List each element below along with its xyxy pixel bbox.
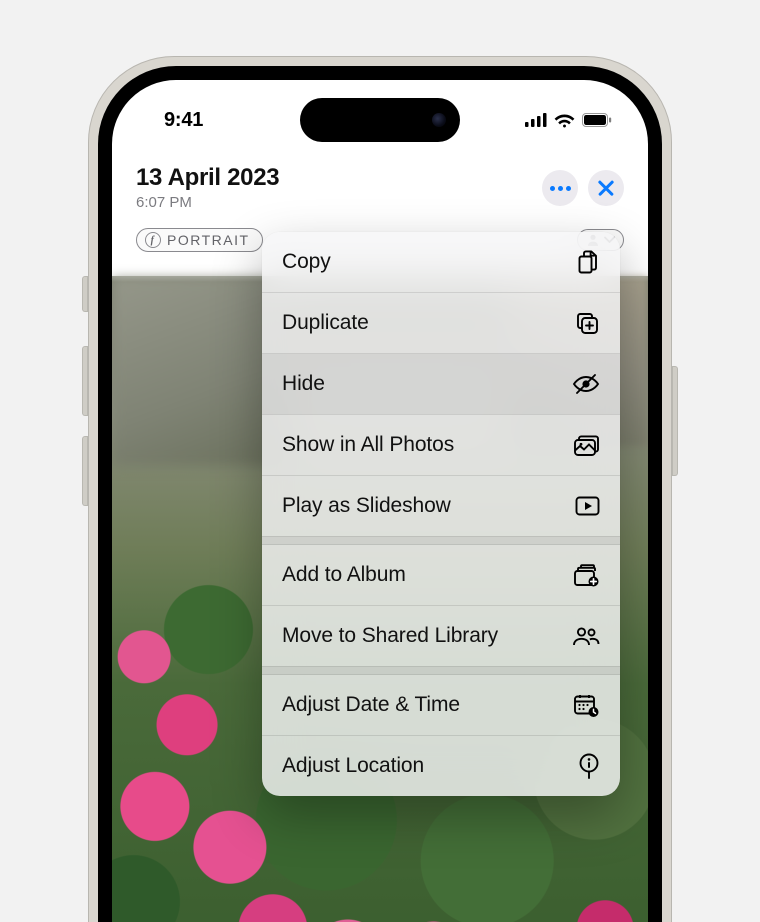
menu-item-adjust-date-time[interactable]: Adjust Date & Time xyxy=(262,675,620,735)
menu-item-add-to-album[interactable]: Add to Album xyxy=(262,545,620,605)
menu-item-move-shared-library[interactable]: Move to Shared Library xyxy=(262,606,620,666)
wifi-icon xyxy=(554,113,575,128)
volume-down-button xyxy=(82,436,88,506)
people-icon xyxy=(572,626,600,646)
menu-item-slideshow[interactable]: Play as Slideshow xyxy=(262,476,620,536)
menu-item-label: Duplicate xyxy=(282,311,369,335)
calendar-clock-icon xyxy=(572,693,600,718)
menu-item-label: Adjust Location xyxy=(282,754,424,778)
close-icon xyxy=(597,179,615,197)
menu-item-hide[interactable]: Hide xyxy=(262,354,620,414)
context-menu: Copy Duplicate Hide xyxy=(262,232,620,796)
ellipsis-icon xyxy=(550,186,571,191)
play-rect-icon xyxy=(572,496,600,516)
menu-item-label: Move to Shared Library xyxy=(282,624,498,648)
aperture-icon: f xyxy=(145,232,161,248)
mute-switch xyxy=(82,276,88,312)
duplicate-icon xyxy=(572,311,600,336)
menu-item-label: Add to Album xyxy=(282,563,406,587)
photo-date: 13 April 2023 xyxy=(136,164,279,192)
cellular-icon xyxy=(525,113,547,127)
more-button[interactable] xyxy=(542,170,578,206)
info-pin-icon xyxy=(572,753,600,779)
portrait-badge-label: PORTRAIT xyxy=(167,232,250,248)
photo-header: 13 April 2023 6:07 PM xyxy=(112,164,648,211)
menu-item-duplicate[interactable]: Duplicate xyxy=(262,293,620,353)
device-frame: 9:41 13 April 2023 6:07 PM xyxy=(88,56,672,922)
menu-item-label: Adjust Date & Time xyxy=(282,693,460,717)
gallery-icon xyxy=(572,434,600,457)
battery-icon xyxy=(582,113,612,127)
hide-icon xyxy=(572,373,600,395)
menu-item-label: Copy xyxy=(282,250,331,274)
add-album-icon xyxy=(572,563,600,587)
screen: 9:41 13 April 2023 6:07 PM xyxy=(112,80,648,922)
menu-item-show-all-photos[interactable]: Show in All Photos xyxy=(262,415,620,475)
status-time: 9:41 xyxy=(164,109,203,132)
menu-item-label: Show in All Photos xyxy=(282,433,454,457)
volume-up-button xyxy=(82,346,88,416)
close-button[interactable] xyxy=(588,170,624,206)
menu-item-label: Hide xyxy=(282,372,325,396)
menu-item-copy[interactable]: Copy xyxy=(262,232,620,292)
copy-icon xyxy=(572,249,600,275)
dynamic-island xyxy=(300,98,460,142)
power-button xyxy=(672,366,678,476)
menu-item-label: Play as Slideshow xyxy=(282,494,451,518)
portrait-badge[interactable]: f PORTRAIT xyxy=(136,228,263,252)
menu-item-adjust-location[interactable]: Adjust Location xyxy=(262,736,620,796)
photo-time: 6:07 PM xyxy=(136,194,279,211)
